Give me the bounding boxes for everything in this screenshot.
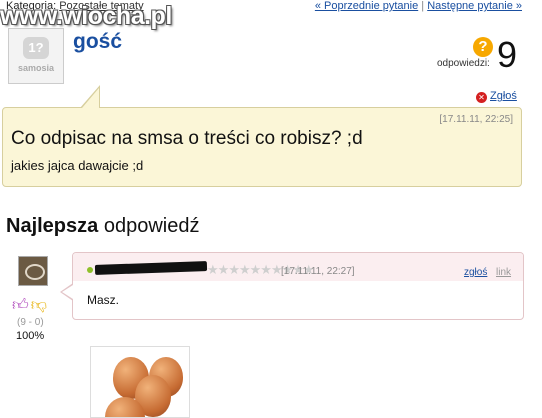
- star-icon[interactable]: ★: [218, 262, 230, 277]
- best-answer-heading-rest: odpowiedź: [98, 215, 200, 237]
- question-body: jakies jajca dawajcie ;d: [11, 158, 144, 173]
- report-question[interactable]: ✕ Zgłoś: [476, 90, 517, 103]
- thumb-up-icon[interactable]: 👍︎: [12, 297, 29, 314]
- vote-count: (9 - 0): [17, 317, 44, 328]
- watermark: www.wiocha.pl: [0, 2, 172, 30]
- answerer-avatar[interactable]: [18, 256, 48, 286]
- avatar-logo-text: samosia: [17, 63, 55, 73]
- answer-bubble-tail-fill: [62, 285, 73, 299]
- answer-permalink[interactable]: link: [496, 267, 511, 278]
- star-icon[interactable]: ★: [250, 262, 262, 277]
- question-mark-icon: ?: [473, 37, 493, 57]
- next-question-link[interactable]: Następne pytanie »: [427, 0, 522, 12]
- nav-separator: |: [421, 0, 425, 12]
- avatar-logo-icon: 1?: [23, 37, 49, 59]
- star-icon[interactable]: ★: [239, 262, 251, 277]
- question-box: [17.11.11, 22:25] Co odpisac na smsa o t…: [2, 107, 522, 187]
- best-answer-heading-bold: Najlepsza: [6, 215, 99, 237]
- prev-question-link[interactable]: « Poprzednie pytanie: [315, 0, 418, 12]
- report-question-link[interactable]: Zgłoś: [490, 90, 517, 102]
- star-icon[interactable]: ★: [271, 262, 283, 277]
- vote-percent: 100%: [16, 330, 45, 342]
- question-title: Co odpisac na smsa o treści co robisz? ;…: [11, 128, 363, 149]
- answers-label: odpowiedzi:: [437, 58, 490, 69]
- author-name[interactable]: gość: [73, 30, 122, 54]
- question-bubble-tail-fill: [82, 88, 99, 108]
- report-x-icon: ✕: [476, 92, 487, 103]
- answer-box: ★★★★★★★★★★ [17.11.11, 22:27] zgłoś link …: [72, 252, 524, 320]
- vote-buttons: 👍︎ 👎︎: [12, 296, 47, 315]
- status-dot-icon: [87, 267, 93, 273]
- answers-count: 9: [497, 34, 518, 75]
- star-icon[interactable]: ★: [260, 262, 272, 277]
- question-nav: « Poprzednie pytanie | Następne pytanie …: [315, 0, 522, 12]
- answer-text: Masz.: [87, 293, 120, 307]
- best-answer-heading: Najlepsza odpowiedź: [6, 215, 199, 238]
- report-answer-link[interactable]: zgłoś: [464, 267, 487, 278]
- thumb-down-icon[interactable]: 👎︎: [31, 297, 47, 314]
- author-avatar[interactable]: 1? samosia: [8, 28, 64, 84]
- question-date: [17.11.11, 22:25]: [439, 114, 513, 125]
- star-icon[interactable]: ★: [207, 262, 219, 277]
- eggs-image: [90, 346, 190, 418]
- answer-date: [17.11.11, 22:27]: [281, 266, 355, 277]
- star-icon[interactable]: ★: [228, 262, 240, 277]
